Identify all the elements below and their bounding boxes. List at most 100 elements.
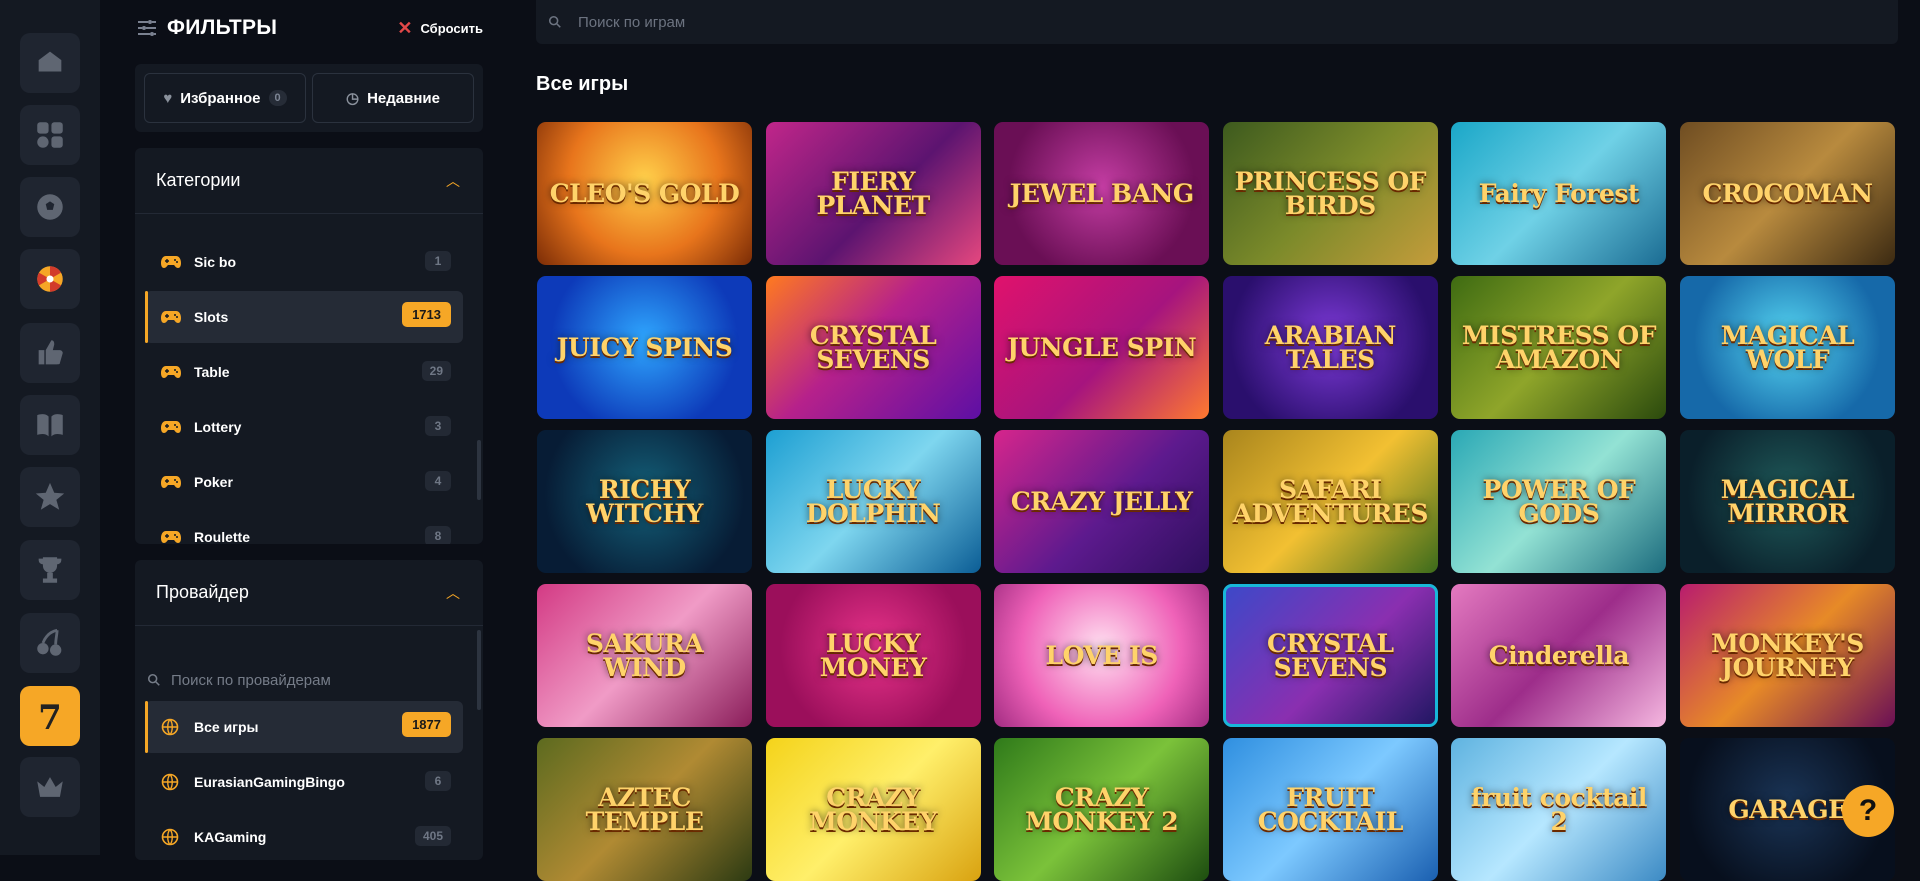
game-tile[interactable]: CRAZY JELLY bbox=[994, 430, 1210, 573]
game-tile[interactable]: CRYSTAL SEVENS bbox=[1222, 584, 1438, 727]
game-tile[interactable]: SAFARI ADVENTURES bbox=[1222, 430, 1438, 573]
provider-header[interactable]: Провайдер ︿ bbox=[135, 560, 483, 626]
svg-text:7: 7 bbox=[38, 699, 62, 733]
game-tile[interactable]: FRUIT COCKTAIL bbox=[1222, 738, 1438, 881]
rail-button-soccer-ball[interactable] bbox=[20, 177, 80, 237]
category-item-table[interactable]: Table 29 bbox=[145, 346, 463, 398]
game-tile[interactable]: RICHY WITCHY bbox=[537, 430, 752, 573]
thumbs-up-icon bbox=[38, 340, 63, 365]
game-tile[interactable]: fruit cocktail 2 bbox=[1451, 738, 1667, 881]
provider-label: Все игры bbox=[194, 719, 259, 735]
favorites-button[interactable]: ♥ Избранное 0 bbox=[144, 73, 306, 123]
category-label: Table bbox=[194, 364, 230, 380]
game-title: POWER OF GODS bbox=[1482, 474, 1636, 528]
game-tile[interactable]: POWER OF GODS bbox=[1451, 430, 1667, 573]
help-button[interactable]: ? bbox=[1842, 785, 1894, 837]
gamepad-icon bbox=[161, 311, 181, 323]
game-title: fruit cocktail 2 bbox=[1470, 782, 1648, 836]
reset-button[interactable]: ✕ Сбросить bbox=[397, 18, 483, 39]
gamepad-icon bbox=[161, 531, 181, 543]
game-tile[interactable]: MAGICAL WOLF bbox=[1680, 276, 1895, 419]
game-title: CRAZY MONKEY 2 bbox=[1025, 782, 1179, 836]
provider-search-input[interactable]: Поиск по провайдерам bbox=[147, 662, 467, 698]
provider-label: EurasianGamingBingo bbox=[194, 774, 345, 790]
category-label: Slots bbox=[194, 309, 229, 325]
game-tile[interactable]: CRAZY MONKEY 2 bbox=[994, 738, 1210, 881]
game-title: MAGICAL WOLF bbox=[1720, 320, 1855, 374]
rail-button-trophy[interactable] bbox=[20, 540, 80, 600]
rail-button-cherry[interactable] bbox=[20, 613, 80, 673]
gamepad-icon bbox=[161, 256, 181, 268]
game-tile[interactable]: SAKURA WIND bbox=[537, 584, 752, 727]
categories-header[interactable]: Категории ︿ bbox=[135, 148, 483, 214]
provider-label: KAGaming bbox=[194, 829, 267, 845]
category-label: Roulette bbox=[194, 529, 250, 544]
rail-button-crown[interactable] bbox=[20, 757, 80, 817]
clock-icon: ◷ bbox=[346, 90, 360, 107]
game-tile[interactable]: CLEO'S GOLD bbox=[537, 122, 752, 265]
rail-button-book[interactable] bbox=[20, 395, 80, 455]
left-rail: 7 bbox=[0, 0, 100, 855]
favorites-count: 0 bbox=[268, 90, 287, 106]
game-search-input[interactable]: Поиск по играм bbox=[536, 0, 1898, 44]
game-tile[interactable]: MONKEY'S JOURNEY bbox=[1680, 584, 1895, 727]
reset-label: Сбросить bbox=[420, 21, 483, 36]
game-tile[interactable]: CRAZY MONKEY bbox=[765, 738, 981, 881]
rail-button-grid[interactable] bbox=[20, 105, 80, 165]
provider-item[interactable]: KAGaming 405 bbox=[145, 811, 463, 860]
globe-icon bbox=[161, 718, 179, 736]
seven-icon: 7 bbox=[38, 699, 62, 733]
game-tile[interactable]: JUNGLE SPIN bbox=[994, 276, 1210, 419]
game-title: CLEO'S GOLD bbox=[549, 178, 740, 208]
game-tile[interactable]: CROCOMAN bbox=[1680, 122, 1895, 265]
rail-button-wheel[interactable] bbox=[20, 249, 80, 309]
game-tile[interactable]: Cinderella bbox=[1451, 584, 1667, 727]
game-title: CROCOMAN bbox=[1702, 178, 1873, 208]
game-tile[interactable]: ARABIAN TALES bbox=[1222, 276, 1438, 419]
game-title: SAKURA WIND bbox=[585, 628, 704, 682]
category-item-roulette[interactable]: Roulette 8 bbox=[145, 511, 463, 544]
game-tile[interactable]: MISTRESS OF AMAZON bbox=[1451, 276, 1667, 419]
game-tile[interactable]: LUCKY DOLPHIN bbox=[765, 430, 981, 573]
game-title: FRUIT COCKTAIL bbox=[1257, 782, 1404, 836]
provider-panel: Провайдер ︿ Поиск по провайдерам Все игр… bbox=[135, 560, 483, 860]
category-count: 8 bbox=[425, 526, 451, 544]
rail-button-seven[interactable]: 7 bbox=[20, 686, 80, 746]
game-title: MISTRESS OF AMAZON bbox=[1461, 320, 1657, 374]
category-item-lottery[interactable]: Lottery 3 bbox=[145, 401, 463, 453]
game-title: CRAZY JELLY bbox=[1010, 486, 1193, 516]
game-tile[interactable]: Fairy Forest bbox=[1451, 122, 1667, 265]
rail-button-home[interactable] bbox=[20, 33, 80, 93]
rail-button-star[interactable] bbox=[20, 467, 80, 527]
game-tile[interactable]: AZTEC TEMPLE bbox=[537, 738, 752, 881]
provider-item[interactable]: Все игры 1877 bbox=[145, 701, 463, 753]
provider-item[interactable]: EurasianGamingBingo 6 bbox=[145, 756, 463, 808]
categories-title: Категории bbox=[156, 170, 241, 190]
game-tile[interactable]: JEWEL BANG bbox=[994, 122, 1210, 265]
star-icon bbox=[35, 482, 65, 510]
game-tile[interactable]: FIERY PLANET bbox=[765, 122, 981, 265]
category-label: Lottery bbox=[194, 419, 242, 435]
game-title: RICHY WITCHY bbox=[586, 474, 703, 528]
filters-panel: ФИЛЬТРЫ ✕ Сбросить ♥ Избранное 0 ◷ Недав… bbox=[135, 0, 483, 860]
game-title: CRYSTAL SEVENS bbox=[1267, 628, 1394, 682]
rail-button-thumbs-up[interactable] bbox=[20, 323, 80, 383]
game-tile[interactable]: LUCKY MONEY bbox=[765, 584, 981, 727]
game-title: JUICY SPINS bbox=[556, 332, 733, 362]
game-tile[interactable]: CRYSTAL SEVENS bbox=[765, 276, 981, 419]
game-tile[interactable]: PRINCESS OF BIRDS bbox=[1222, 122, 1438, 265]
provider-scrollbar[interactable] bbox=[477, 630, 481, 710]
game-tile[interactable]: JUICY SPINS bbox=[537, 276, 752, 419]
categories-scrollbar[interactable] bbox=[477, 440, 481, 500]
recent-button[interactable]: ◷ Недавние bbox=[312, 73, 474, 123]
game-tile[interactable]: LOVE IS bbox=[994, 584, 1210, 727]
category-item-poker[interactable]: Poker 4 bbox=[145, 456, 463, 508]
gamepad-icon bbox=[161, 421, 181, 433]
grid-icon bbox=[37, 122, 63, 148]
category-item-sic-bo[interactable]: Sic bo 1 bbox=[145, 236, 463, 288]
globe-icon bbox=[161, 773, 179, 791]
category-item-slots[interactable]: Slots 1713 bbox=[145, 291, 463, 343]
provider-search-placeholder: Поиск по провайдерам bbox=[171, 671, 331, 689]
games-title: Все игры bbox=[536, 73, 629, 95]
game-tile[interactable]: MAGICAL MIRROR bbox=[1680, 430, 1895, 573]
